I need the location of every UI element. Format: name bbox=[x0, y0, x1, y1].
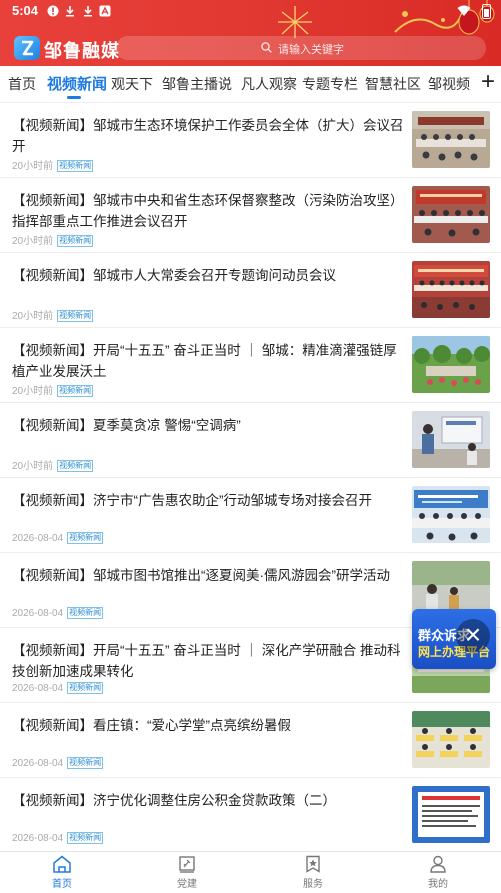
news-item[interactable]: 【视频新闻】开局“十五五” 奋斗正当时 ｜ 邹城：精准滴灌强链厚植产业发展沃土 … bbox=[0, 327, 501, 403]
alert-icon bbox=[47, 5, 59, 17]
news-item[interactable]: 【视频新闻】邹城市生态环境保护工作委员会全体（扩大）会议召开 20小时前 视频新闻 bbox=[0, 102, 501, 178]
tab-zou-video[interactable]: 邹视频 bbox=[428, 74, 470, 94]
home-icon bbox=[53, 855, 71, 873]
news-meta: 2026-08-04 视频新闻 bbox=[12, 682, 104, 694]
news-tag: 视频新闻 bbox=[67, 532, 104, 544]
status-time: 5:04 bbox=[12, 3, 39, 18]
app-header: 5:04 邹鲁融媒 请输入关键字 bbox=[0, 0, 501, 66]
news-thumbnail bbox=[412, 111, 490, 168]
news-meta: 20小时前 视频新闻 bbox=[12, 307, 94, 322]
service-icon bbox=[306, 855, 320, 873]
news-title: 【视频新闻】开局“十五五” 奋斗正当时 ｜ 邹城：精准滴灌强链厚植产业发展沃土 bbox=[12, 343, 397, 379]
nav-label: 党建 bbox=[177, 879, 197, 890]
news-time: 2026-08-04 bbox=[12, 608, 64, 619]
nav-label: 我的 bbox=[428, 879, 448, 890]
news-thumbnail bbox=[412, 486, 490, 543]
news-time: 2026-08-04 bbox=[12, 533, 64, 544]
search-placeholder: 请输入关键字 bbox=[278, 44, 344, 56]
news-time: 20小时前 bbox=[12, 236, 54, 247]
wifi-icon bbox=[457, 5, 471, 16]
party-icon bbox=[179, 856, 195, 873]
news-tag: 视频新闻 bbox=[57, 385, 94, 397]
close-icon[interactable]: × bbox=[456, 619, 490, 653]
nav-label: 服务 bbox=[303, 879, 323, 890]
floating-ad[interactable]: 群众诉求 网上办理平台 × bbox=[412, 609, 496, 669]
news-meta: 20小时前 视频新闻 bbox=[12, 382, 94, 397]
add-channel-icon[interactable]: + bbox=[481, 68, 495, 96]
nav-party[interactable]: 党建 bbox=[157, 855, 217, 890]
news-tag: 视频新闻 bbox=[57, 160, 94, 172]
tab-special[interactable]: 专题专栏 bbox=[302, 74, 358, 94]
bottom-nav: 首页 党建 服务 我的 bbox=[0, 851, 501, 893]
news-title: 【视频新闻】济宁优化调整住房公积金贷款政策（二） bbox=[12, 793, 336, 808]
news-time: 20小时前 bbox=[12, 161, 54, 172]
nav-service[interactable]: 服务 bbox=[283, 855, 343, 890]
news-thumbnail bbox=[412, 711, 490, 768]
news-tag: 视频新闻 bbox=[57, 310, 94, 322]
channel-tabs: 首页 视频新闻 观天下 邹鲁主播说 凡人观察 专题专栏 智慧社区 邹视频 + bbox=[0, 66, 501, 103]
status-bar: 5:04 bbox=[0, 0, 501, 24]
active-tab-indicator bbox=[67, 96, 81, 99]
news-tag: 视频新闻 bbox=[67, 682, 104, 694]
tab-video-news[interactable]: 视频新闻 bbox=[47, 73, 107, 94]
news-thumbnail bbox=[412, 786, 490, 843]
news-title: 【视频新闻】开局“十五五” 奋斗正当时 ｜ 深化产学研融合 推动科技创新加速成果… bbox=[12, 643, 401, 679]
nav-label: 首页 bbox=[52, 879, 72, 890]
tab-people[interactable]: 凡人观察 bbox=[241, 74, 297, 94]
news-item[interactable]: 【视频新闻】济宁优化调整住房公积金贷款政策（二） 2026-08-04 视频新闻 bbox=[0, 777, 501, 853]
download-icon bbox=[66, 6, 74, 17]
news-meta: 2026-08-04 视频新闻 bbox=[12, 757, 104, 769]
news-time: 20小时前 bbox=[12, 311, 54, 322]
news-time: 2026-08-04 bbox=[12, 833, 64, 844]
news-item[interactable]: 【视频新闻】看庄镇：“爱心学堂”点亮缤纷暑假 2026-08-04 视频新闻 bbox=[0, 702, 501, 778]
app-icon bbox=[99, 5, 111, 17]
news-meta: 20小时前 视频新闻 bbox=[12, 232, 94, 247]
news-tag: 视频新闻 bbox=[67, 757, 104, 769]
app-name: 邹鲁融媒 bbox=[44, 41, 120, 61]
news-item[interactable]: 【视频新闻】夏季莫贪凉 警惕“空调病” 20小时前 视频新闻 bbox=[0, 402, 501, 478]
news-meta: 20小时前 视频新闻 bbox=[12, 457, 94, 472]
news-title: 【视频新闻】夏季莫贪凉 警惕“空调病” bbox=[12, 418, 241, 433]
tab-community[interactable]: 智慧社区 bbox=[365, 74, 421, 94]
news-title: 【视频新闻】看庄镇：“爱心学堂”点亮缤纷暑假 bbox=[12, 718, 291, 733]
search-bar[interactable]: 请输入关键字 bbox=[116, 36, 486, 60]
news-meta: 2026-08-04 视频新闻 bbox=[12, 532, 104, 544]
tab-world[interactable]: 观天下 bbox=[111, 74, 153, 94]
search-icon bbox=[261, 42, 272, 53]
news-tag: 视频新闻 bbox=[67, 832, 104, 844]
tab-anchor[interactable]: 邹鲁主播说 bbox=[162, 74, 232, 94]
news-tag: 视频新闻 bbox=[67, 607, 104, 619]
download-icon bbox=[84, 6, 92, 17]
battery-icon bbox=[482, 4, 491, 19]
tab-home[interactable]: 首页 bbox=[8, 74, 36, 94]
news-time: 2026-08-04 bbox=[12, 758, 64, 769]
news-meta: 2026-08-04 视频新闻 bbox=[12, 832, 104, 844]
news-thumbnail bbox=[412, 411, 490, 468]
news-title: 【视频新闻】济宁市“广告惠农助企”行动邹城专场对接会召开 bbox=[12, 493, 372, 508]
news-title: 【视频新闻】邹城市图书馆推出“逐夏阅美·儒风游园会”研学活动 bbox=[12, 568, 390, 583]
news-tag: 视频新闻 bbox=[57, 460, 94, 472]
news-title: 【视频新闻】邹城市人大常委会召开专题询问动员会议 bbox=[12, 268, 336, 283]
nav-profile[interactable]: 我的 bbox=[408, 855, 468, 890]
news-title: 【视频新闻】邹城市生态环境保护工作委员会全体（扩大）会议召开 bbox=[12, 118, 404, 154]
news-thumbnail bbox=[412, 336, 490, 393]
news-time: 2026-08-04 bbox=[12, 683, 64, 694]
app-logo-icon bbox=[14, 36, 40, 60]
news-title: 【视频新闻】邹城市中央和省生态环保督察整改（污染防治攻坚）指挥部重点工作推进会议… bbox=[12, 193, 404, 229]
news-tag: 视频新闻 bbox=[57, 235, 94, 247]
nav-home[interactable]: 首页 bbox=[32, 855, 92, 890]
news-item[interactable]: 【视频新闻】邹城市人大常委会召开专题询问动员会议 20小时前 视频新闻 bbox=[0, 252, 501, 328]
news-item[interactable]: 【视频新闻】邹城市中央和省生态环保督察整改（污染防治攻坚）指挥部重点工作推进会议… bbox=[0, 177, 501, 253]
news-item[interactable]: 【视频新闻】济宁市“广告惠农助企”行动邹城专场对接会召开 2026-08-04 视… bbox=[0, 477, 501, 553]
news-thumbnail bbox=[412, 261, 490, 318]
news-meta: 20小时前 视频新闻 bbox=[12, 157, 94, 172]
news-thumbnail bbox=[412, 186, 490, 243]
news-time: 20小时前 bbox=[12, 386, 54, 397]
news-meta: 2026-08-04 视频新闻 bbox=[12, 607, 104, 619]
user-icon bbox=[430, 855, 446, 873]
news-time: 20小时前 bbox=[12, 461, 54, 472]
